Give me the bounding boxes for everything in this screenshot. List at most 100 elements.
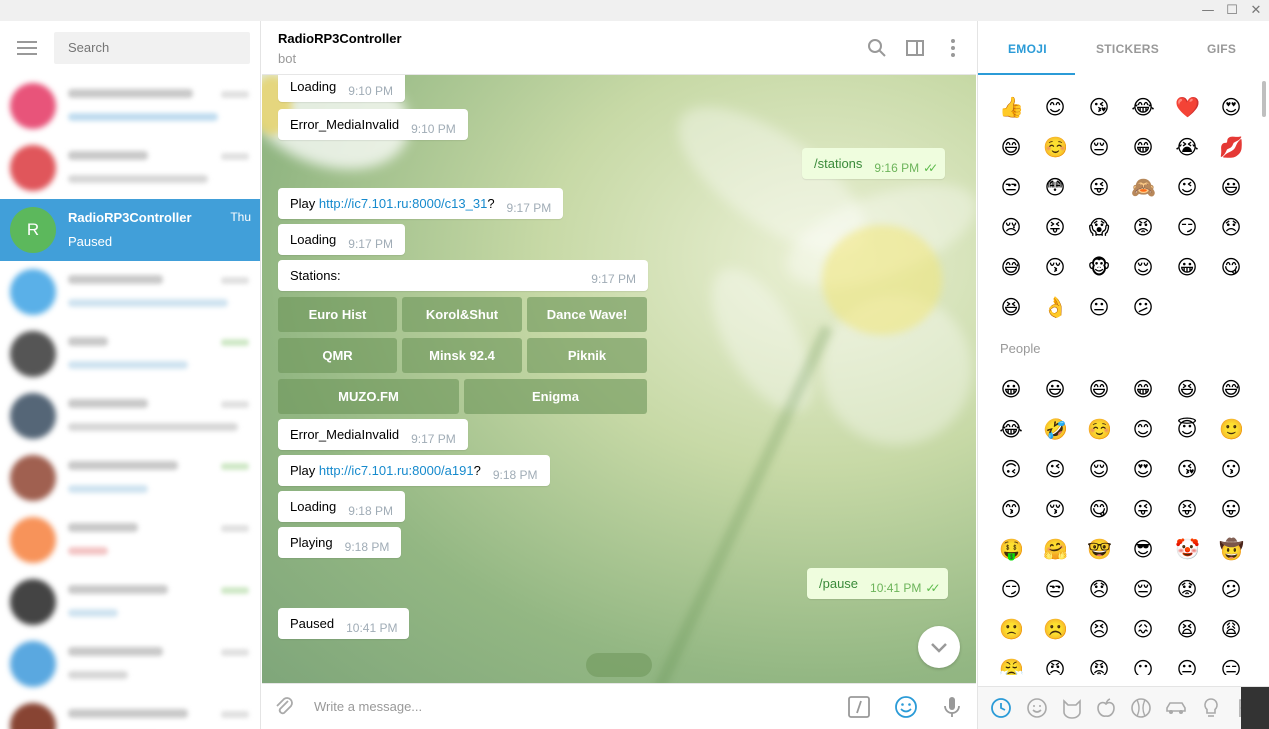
emoji-item[interactable]: 🐵 [1087,255,1111,279]
chat-list-item[interactable] [0,261,260,323]
emoji-item[interactable]: ❤️ [1175,95,1200,119]
emoji-item[interactable]: 😍 [1131,457,1155,481]
emoji-item[interactable]: 😉 [1175,175,1199,199]
maximize-button[interactable]: ☐ [1220,1,1244,21]
emoji-item[interactable]: 😇 [1175,417,1199,441]
emoji-item[interactable]: 😚 [1043,255,1067,279]
more-vertical-icon[interactable] [942,37,964,59]
emoji-item[interactable]: 😎 [1131,537,1155,561]
emoji-item[interactable]: 😘 [1175,457,1199,481]
keyboard-button[interactable]: Enigma [464,379,647,414]
emoji-item[interactable]: 😏 [999,577,1023,601]
chat-list-item[interactable] [0,75,260,137]
emoji-item[interactable]: 😕 [1219,577,1243,601]
emoji-item[interactable]: 😃 [1219,175,1243,199]
emoji-item[interactable]: 🙈 [1131,175,1156,199]
emoji-item[interactable]: 😌 [1131,255,1155,279]
emoji-item[interactable]: 👌 [1043,295,1068,319]
emoji-item[interactable]: 🤑 [999,537,1024,561]
emoji-item[interactable]: 🙁 [999,617,1024,641]
emoji-item[interactable]: 🙂 [1219,417,1244,441]
chat-list-item[interactable] [0,323,260,385]
emoji-item[interactable]: 😠 [1043,657,1067,675]
keyboard-button[interactable]: Piknik [527,338,647,373]
emoji-item[interactable]: 😜 [1131,497,1155,521]
message-link[interactable]: http://ic7.101.ru:8000/a191 [319,463,474,478]
emoji-item[interactable]: 😊 [1043,95,1067,119]
emoji-item[interactable]: 😖 [1131,617,1155,641]
emoji-item[interactable]: 😉 [1043,457,1067,481]
emoji-item[interactable]: 😞 [1087,577,1111,601]
message-link[interactable]: http://ic7.101.ru:8000/c13_31 [319,196,487,211]
paperclip-icon[interactable] [272,695,296,719]
sidebar-panel-icon[interactable] [904,37,926,59]
emoji-item[interactable]: 😘 [1087,95,1111,119]
emoji-item[interactable]: 😂 [1131,95,1155,119]
emoji-item[interactable]: 😍 [1219,95,1243,119]
emoji-item[interactable]: 🤣 [1043,417,1068,441]
ball-icon[interactable] [1129,696,1153,720]
keyboard-button[interactable]: MUZO.FM [278,379,459,414]
emoji-item[interactable]: 🙃 [999,457,1023,481]
emoji-item[interactable]: 😔 [1131,577,1155,601]
emoji-item[interactable]: 🤗 [1043,537,1068,561]
emoji-item[interactable]: 😩 [1219,617,1243,641]
chat-title[interactable]: RadioRP3Controller [278,31,402,46]
emoji-item[interactable]: ☺️ [1043,135,1068,159]
emoji-item[interactable]: 😶 [1131,657,1155,675]
tab-stickers[interactable]: STICKERS [1096,42,1159,56]
smiley-icon[interactable] [1025,696,1049,720]
emoji-item[interactable]: 😛 [1219,497,1243,521]
emoji-icon[interactable] [894,695,918,719]
apple-icon[interactable] [1094,696,1118,720]
message-history[interactable]: Loading 9:10 PM Error_MediaInvalid 9:10 PM… [262,75,976,683]
chat-list-item[interactable] [0,137,260,199]
emoji-item[interactable]: 😝 [1043,215,1067,239]
emoji-item[interactable]: 😗 [1219,457,1243,481]
emoji-item[interactable]: 😌 [1087,457,1111,481]
emoji-item[interactable]: 😒 [999,175,1023,199]
emoji-item[interactable]: 😅 [1219,377,1243,401]
scroll-to-bottom-button[interactable] [918,626,960,668]
emoji-item[interactable]: 💋 [1219,135,1244,159]
emoji-item[interactable]: 😡 [1087,657,1111,675]
emoji-item[interactable]: 😁 [1131,135,1155,159]
emoji-item[interactable]: 😟 [1175,577,1199,601]
emoji-item[interactable]: 😂 [999,417,1023,441]
emoji-item[interactable]: 😔 [1087,135,1111,159]
bot-command-icon[interactable] [847,695,871,719]
keyboard-button[interactable]: Minsk 92.4 [402,338,522,373]
emoji-item[interactable]: 🤠 [1219,537,1244,561]
emoji-item[interactable]: 😤 [999,657,1024,675]
emoji-item[interactable]: ☹️ [1043,617,1068,641]
emoji-item[interactable]: 👍 [999,95,1024,119]
keyboard-button[interactable]: QMR [278,338,397,373]
emoji-item[interactable]: 😱 [1087,215,1111,239]
keyboard-button[interactable]: Euro Hist [278,297,397,332]
microphone-icon[interactable] [940,695,964,719]
chat-list-item[interactable] [0,695,260,729]
chat-list-item[interactable] [0,447,260,509]
search-icon[interactable] [866,37,888,59]
emoji-item[interactable]: 😅 [999,255,1023,279]
bulb-icon[interactable] [1199,696,1223,720]
hamburger-menu-icon[interactable] [17,41,37,55]
clock-icon[interactable] [989,696,1013,720]
emoji-item[interactable]: 🤡 [1175,537,1200,561]
minimize-button[interactable]: — [1196,1,1220,21]
search-input[interactable] [54,32,250,64]
emoji-item[interactable]: 😙 [999,497,1023,521]
emoji-item[interactable]: 😄 [1087,377,1111,401]
emoji-item[interactable]: 🤓 [1087,537,1112,561]
emoji-item[interactable]: 😭 [1175,135,1199,159]
emoji-item[interactable]: 😆 [999,295,1023,319]
emoji-item[interactable]: 😄 [999,135,1023,159]
close-button[interactable]: ✕ [1244,1,1268,21]
message-text[interactable]: /stations [814,156,862,171]
emoji-item[interactable]: 😜 [1087,175,1111,199]
chat-list-item[interactable] [0,509,260,571]
cat-icon[interactable] [1060,696,1084,720]
emoji-item[interactable]: 😳 [1043,175,1067,199]
chat-list-item[interactable] [0,385,260,447]
emoji-item[interactable]: 😐 [1175,657,1199,675]
